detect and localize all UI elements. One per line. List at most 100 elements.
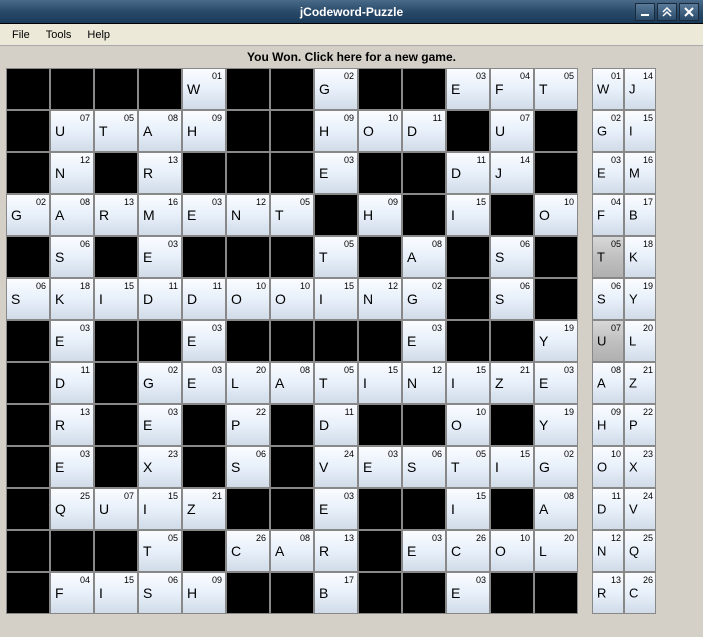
key-cell[interactable]: G02 [592,110,624,152]
grid-cell[interactable]: N12 [358,278,402,320]
key-cell[interactable]: B17 [624,194,656,236]
key-cell[interactable]: E03 [592,152,624,194]
key-cell[interactable]: Y19 [624,278,656,320]
key-cell[interactable]: V24 [624,488,656,530]
grid-cell[interactable]: I15 [446,194,490,236]
grid-cell[interactable]: A08 [270,362,314,404]
grid-cell[interactable]: I15 [446,488,490,530]
grid-cell[interactable]: E03 [182,194,226,236]
grid-cell[interactable]: Y19 [534,404,578,446]
key-cell[interactable]: X23 [624,446,656,488]
grid-cell[interactable]: Q25 [50,488,94,530]
grid-cell[interactable]: N12 [50,152,94,194]
key-cell[interactable]: M16 [624,152,656,194]
grid-cell[interactable]: D11 [50,362,94,404]
grid-cell[interactable]: T05 [314,362,358,404]
key-cell[interactable]: J14 [624,68,656,110]
grid-cell[interactable]: A08 [138,110,182,152]
grid-cell[interactable]: G02 [138,362,182,404]
grid-cell[interactable]: U07 [94,488,138,530]
grid-cell[interactable]: I15 [94,572,138,614]
grid-cell[interactable]: L20 [226,362,270,404]
key-cell[interactable]: R13 [592,572,624,614]
key-cell[interactable]: F04 [592,194,624,236]
key-cell[interactable]: C26 [624,572,656,614]
grid-cell[interactable]: A08 [534,488,578,530]
grid-cell[interactable]: Y19 [534,320,578,362]
grid-cell[interactable]: Z21 [490,362,534,404]
key-cell[interactable]: I15 [624,110,656,152]
key-cell[interactable]: K18 [624,236,656,278]
grid-cell[interactable]: E03 [50,446,94,488]
grid-cell[interactable]: O10 [490,530,534,572]
grid-cell[interactable]: I15 [490,446,534,488]
grid-cell[interactable]: O10 [270,278,314,320]
grid-cell[interactable]: O10 [446,404,490,446]
grid-cell[interactable]: S06 [50,236,94,278]
key-cell[interactable]: O10 [592,446,624,488]
grid-cell[interactable]: I15 [314,278,358,320]
grid-cell[interactable]: C26 [446,530,490,572]
grid-cell[interactable]: G02 [402,278,446,320]
grid-cell[interactable]: D11 [138,278,182,320]
grid-cell[interactable]: E03 [402,530,446,572]
grid-cell[interactable]: S06 [490,278,534,320]
grid-cell[interactable]: U07 [490,110,534,152]
key-cell[interactable]: S06 [592,278,624,320]
grid-cell[interactable]: E03 [314,152,358,194]
key-cell[interactable]: L20 [624,320,656,362]
key-cell[interactable]: N12 [592,530,624,572]
grid-cell[interactable]: A08 [402,236,446,278]
grid-cell[interactable]: E03 [50,320,94,362]
grid-cell[interactable]: X23 [138,446,182,488]
key-cell[interactable]: T05 [592,236,624,278]
grid-cell[interactable]: T05 [314,236,358,278]
grid-cell[interactable]: O10 [534,194,578,236]
key-cell[interactable]: U07 [592,320,624,362]
status-message[interactable]: You Won. Click here for a new game. [0,46,703,66]
grid-cell[interactable]: S06 [490,236,534,278]
grid-cell[interactable]: H09 [182,572,226,614]
menu-tools[interactable]: Tools [38,27,80,43]
grid-cell[interactable]: I15 [138,488,182,530]
grid-cell[interactable]: S06 [402,446,446,488]
grid-cell[interactable]: G02 [314,68,358,110]
grid-cell[interactable]: H09 [314,110,358,152]
key-cell[interactable]: Q25 [624,530,656,572]
grid-cell[interactable]: T05 [138,530,182,572]
grid-cell[interactable]: K18 [50,278,94,320]
grid-cell[interactable]: G02 [534,446,578,488]
key-cell[interactable]: H09 [592,404,624,446]
grid-cell[interactable]: E03 [138,404,182,446]
grid-cell[interactable]: E03 [182,362,226,404]
grid-cell[interactable]: D11 [182,278,226,320]
grid-cell[interactable]: B17 [314,572,358,614]
grid-cell[interactable]: H09 [358,194,402,236]
grid-cell[interactable]: S06 [138,572,182,614]
grid-cell[interactable]: V24 [314,446,358,488]
key-cell[interactable]: D11 [592,488,624,530]
grid-cell[interactable]: A08 [50,194,94,236]
grid-cell[interactable]: W01 [182,68,226,110]
menu-file[interactable]: File [4,27,38,43]
key-cell[interactable]: P22 [624,404,656,446]
grid-cell[interactable]: N12 [226,194,270,236]
grid-cell[interactable]: S06 [226,446,270,488]
grid-cell[interactable]: T05 [270,194,314,236]
grid-cell[interactable]: T05 [534,68,578,110]
close-button[interactable] [679,3,699,21]
grid-cell[interactable]: U07 [50,110,94,152]
grid-cell[interactable]: O10 [358,110,402,152]
grid-cell[interactable]: I15 [446,362,490,404]
grid-cell[interactable]: E03 [314,488,358,530]
grid-cell[interactable]: E03 [358,446,402,488]
grid-cell[interactable]: L20 [534,530,578,572]
maximize-button[interactable] [657,3,677,21]
grid-cell[interactable]: E03 [138,236,182,278]
grid-cell[interactable]: E03 [182,320,226,362]
grid-cell[interactable]: T05 [94,110,138,152]
key-cell[interactable]: A08 [592,362,624,404]
minimize-button[interactable] [635,3,655,21]
grid-cell[interactable]: A08 [270,530,314,572]
grid-cell[interactable]: F04 [50,572,94,614]
